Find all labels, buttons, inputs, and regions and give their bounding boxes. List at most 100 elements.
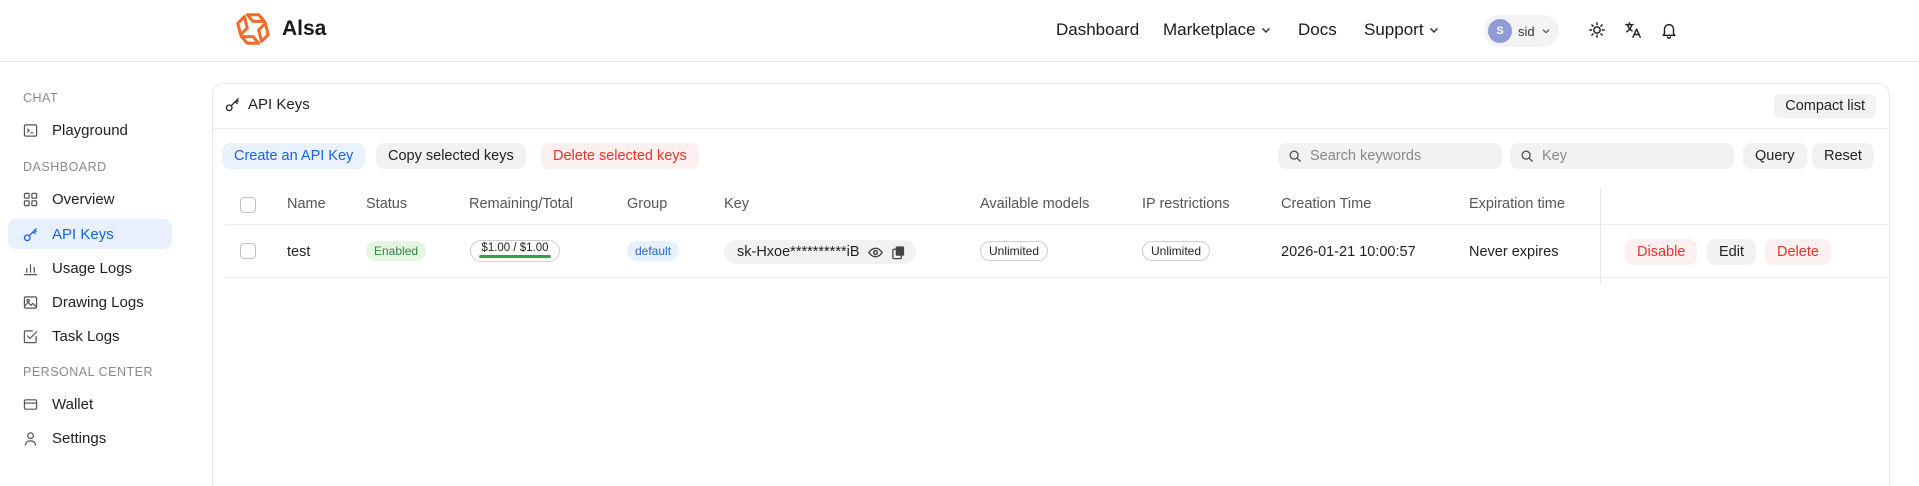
nav-marketplace[interactable]: Marketplace xyxy=(1163,20,1272,40)
sidebar-item-wallet[interactable]: Wallet xyxy=(8,389,172,419)
quota-text: $1.00 / $1.00 xyxy=(481,242,549,254)
chevron-down-icon xyxy=(1261,27,1270,34)
section-chat: CHAT xyxy=(23,91,59,105)
key-placeholder: Key xyxy=(1542,148,1567,164)
section-dashboard: DASHBOARD xyxy=(23,160,107,174)
sidebar-item-overview[interactable]: Overview xyxy=(8,184,172,214)
terminal-icon xyxy=(23,123,38,137)
col-status[interactable]: Status xyxy=(366,196,407,212)
sidebar-item-label: Task Logs xyxy=(52,327,120,345)
quota-progress-fill xyxy=(479,255,551,258)
brand-name: Alsa xyxy=(282,17,327,40)
image-icon xyxy=(23,295,38,309)
create-api-key-button[interactable]: Create an API Key xyxy=(222,143,366,169)
cell-models: Unlimited xyxy=(980,241,1049,261)
nav-support[interactable]: Support xyxy=(1364,20,1440,40)
nav-dashboard[interactable]: Dashboard xyxy=(1056,20,1139,40)
table-header-divider xyxy=(225,224,1890,225)
nav-docs-label: Docs xyxy=(1298,20,1337,39)
status-badge: Enabled xyxy=(366,241,427,261)
sidebar-item-settings[interactable]: Settings xyxy=(8,423,172,453)
brand-logo[interactable]: Alsa xyxy=(234,10,326,48)
sidebar-item-drawing-logs[interactable]: Drawing Logs xyxy=(8,287,172,317)
col-group[interactable]: Group xyxy=(627,196,667,212)
cell-ip: Unlimited xyxy=(1142,241,1211,261)
key-display: sk-Hxoe**********iB xyxy=(724,240,916,264)
bar-chart-icon xyxy=(23,263,38,275)
nav-marketplace-label: Marketplace xyxy=(1163,20,1256,39)
user-menu[interactable]: S sid xyxy=(1484,15,1559,47)
cell-created: 2026-01-21 10:00:57 xyxy=(1281,244,1416,260)
ip-badge: Unlimited xyxy=(1142,241,1211,261)
sidebar-item-label: Drawing Logs xyxy=(52,293,144,311)
group-badge: default xyxy=(627,241,680,261)
cell-status: Enabled xyxy=(366,241,427,261)
search-icon xyxy=(1521,150,1533,162)
search-icon xyxy=(1289,150,1301,162)
grid-icon xyxy=(23,192,38,206)
api-keys-card: API Keys Compact list Create an API Key … xyxy=(212,83,1890,486)
key-icon xyxy=(225,98,239,112)
header-divider xyxy=(213,128,1889,129)
sidebar-item-task-logs[interactable]: Task Logs xyxy=(8,321,172,351)
top-navbar: Alsa Dashboard Marketplace Docs Support … xyxy=(0,0,1919,62)
disable-button[interactable]: Disable xyxy=(1625,239,1698,265)
quota-progress-track xyxy=(479,255,551,258)
col-name[interactable]: Name xyxy=(287,196,326,212)
chevron-down-icon xyxy=(1542,29,1549,34)
col-remaining-total[interactable]: Remaining/Total xyxy=(469,196,573,212)
user-name: sid xyxy=(1518,23,1535,39)
checkbox-icon xyxy=(23,329,38,343)
avatar: S xyxy=(1488,19,1512,43)
sidebar-item-label: Wallet xyxy=(52,395,94,413)
sidebar-item-label: API Keys xyxy=(52,225,114,243)
copy-selected-keys-button[interactable]: Copy selected keys xyxy=(376,143,526,169)
sidebar-item-api-keys[interactable]: API Keys xyxy=(8,219,172,249)
delete-selected-keys-button[interactable]: Delete selected keys xyxy=(541,143,699,169)
logo-icon xyxy=(236,13,270,45)
language-icon[interactable] xyxy=(1623,20,1643,40)
cell-expires: Never expires xyxy=(1469,244,1559,260)
nav-docs[interactable]: Docs xyxy=(1298,20,1337,40)
key-search-input[interactable]: Key xyxy=(1510,143,1734,169)
delete-button[interactable]: Delete xyxy=(1765,239,1831,265)
col-expiration-time[interactable]: Expiration time xyxy=(1469,196,1565,212)
sidebar-item-label: Overview xyxy=(52,190,115,208)
chevron-down-icon xyxy=(1429,27,1438,34)
cell-group: default xyxy=(627,241,680,261)
search-placeholder: Search keywords xyxy=(1310,148,1422,164)
nav-dashboard-label: Dashboard xyxy=(1056,20,1140,39)
theme-toggle-sun-icon[interactable] xyxy=(1587,20,1607,40)
select-all-checkbox[interactable] xyxy=(240,197,256,213)
masked-key: sk-Hxoe**********iB xyxy=(737,244,860,260)
cell-name: test xyxy=(287,244,311,260)
nav-support-label: Support xyxy=(1364,20,1424,39)
eye-icon[interactable] xyxy=(867,245,883,260)
key-icon xyxy=(23,227,37,241)
credit-card-icon xyxy=(23,398,38,410)
reset-button[interactable]: Reset xyxy=(1812,143,1874,169)
col-creation-time[interactable]: Creation Time xyxy=(1281,196,1371,212)
row-checkbox[interactable] xyxy=(240,243,256,259)
copy-icon[interactable] xyxy=(891,245,906,260)
section-personal-center: PERSONAL CENTER xyxy=(23,365,153,379)
edit-button[interactable]: Edit xyxy=(1707,239,1756,265)
actions-column-divider xyxy=(1600,188,1601,284)
bell-icon[interactable] xyxy=(1659,20,1679,40)
sidebar-item-playground[interactable]: Playground xyxy=(8,115,172,145)
sidebar-item-label: Playground xyxy=(52,121,128,139)
sidebar-item-usage-logs[interactable]: Usage Logs xyxy=(8,253,172,283)
col-key[interactable]: Key xyxy=(724,196,749,212)
query-button[interactable]: Query xyxy=(1743,143,1807,169)
card-header: API Keys xyxy=(225,96,310,113)
search-keywords-input[interactable]: Search keywords xyxy=(1278,143,1502,169)
sidebar-item-label: Usage Logs xyxy=(52,259,133,277)
quota-pill: $1.00 / $1.00 xyxy=(470,240,560,262)
sidebar-item-label: Settings xyxy=(52,429,107,447)
compact-list-button[interactable]: Compact list xyxy=(1774,94,1876,118)
sidebar: CHAT Playground DASHBOARD Overview API K… xyxy=(0,62,178,486)
col-ip-restrictions[interactable]: IP restrictions xyxy=(1142,196,1230,212)
user-icon xyxy=(24,431,37,446)
col-available-models[interactable]: Available models xyxy=(980,196,1089,212)
row-divider xyxy=(225,277,1890,278)
